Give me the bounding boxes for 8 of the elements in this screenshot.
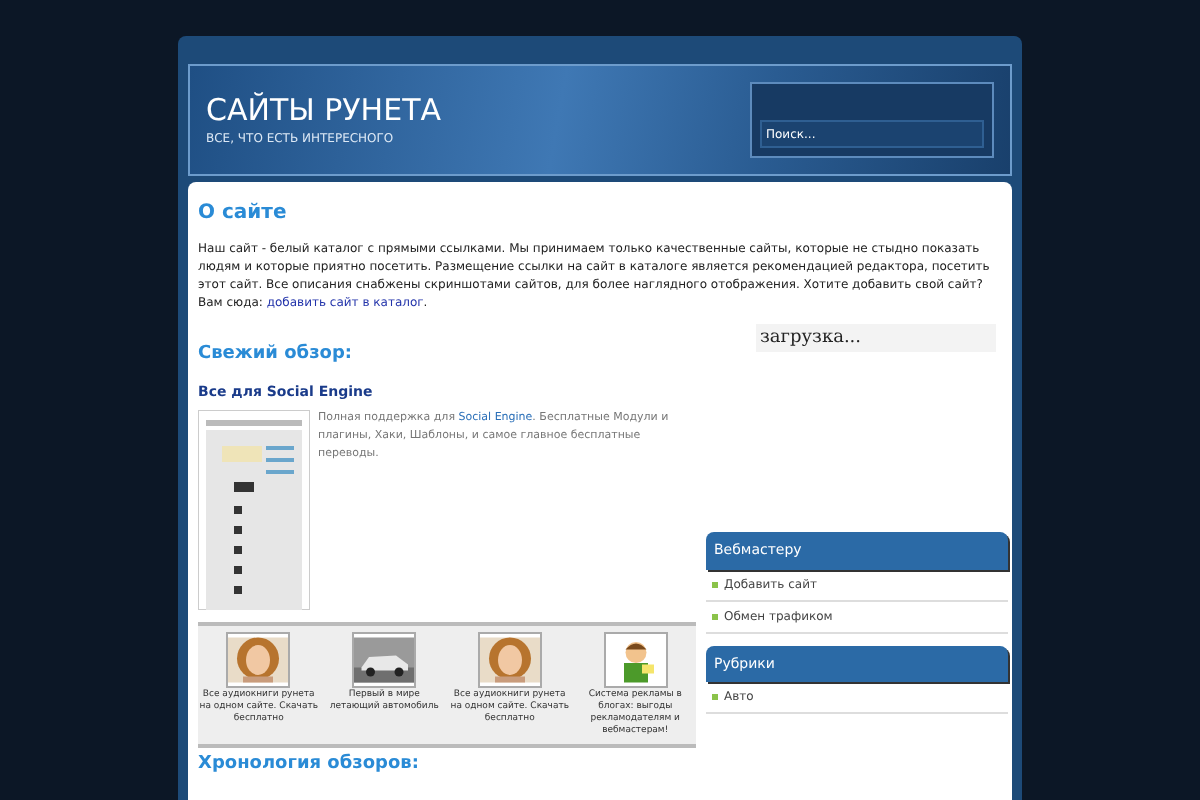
- bullet-icon: [712, 581, 718, 587]
- bullet-icon: [712, 613, 718, 619]
- section-heading: Свежий обзор:: [198, 342, 355, 368]
- section-heading: О сайте: [196, 200, 289, 228]
- bullet-icon: [712, 694, 718, 700]
- site-title: САЙТЫ РУНЕТА: [206, 92, 441, 130]
- section-heading: Хронология обзоров:: [198, 752, 421, 778]
- loading-box: загрузка...: [756, 324, 996, 352]
